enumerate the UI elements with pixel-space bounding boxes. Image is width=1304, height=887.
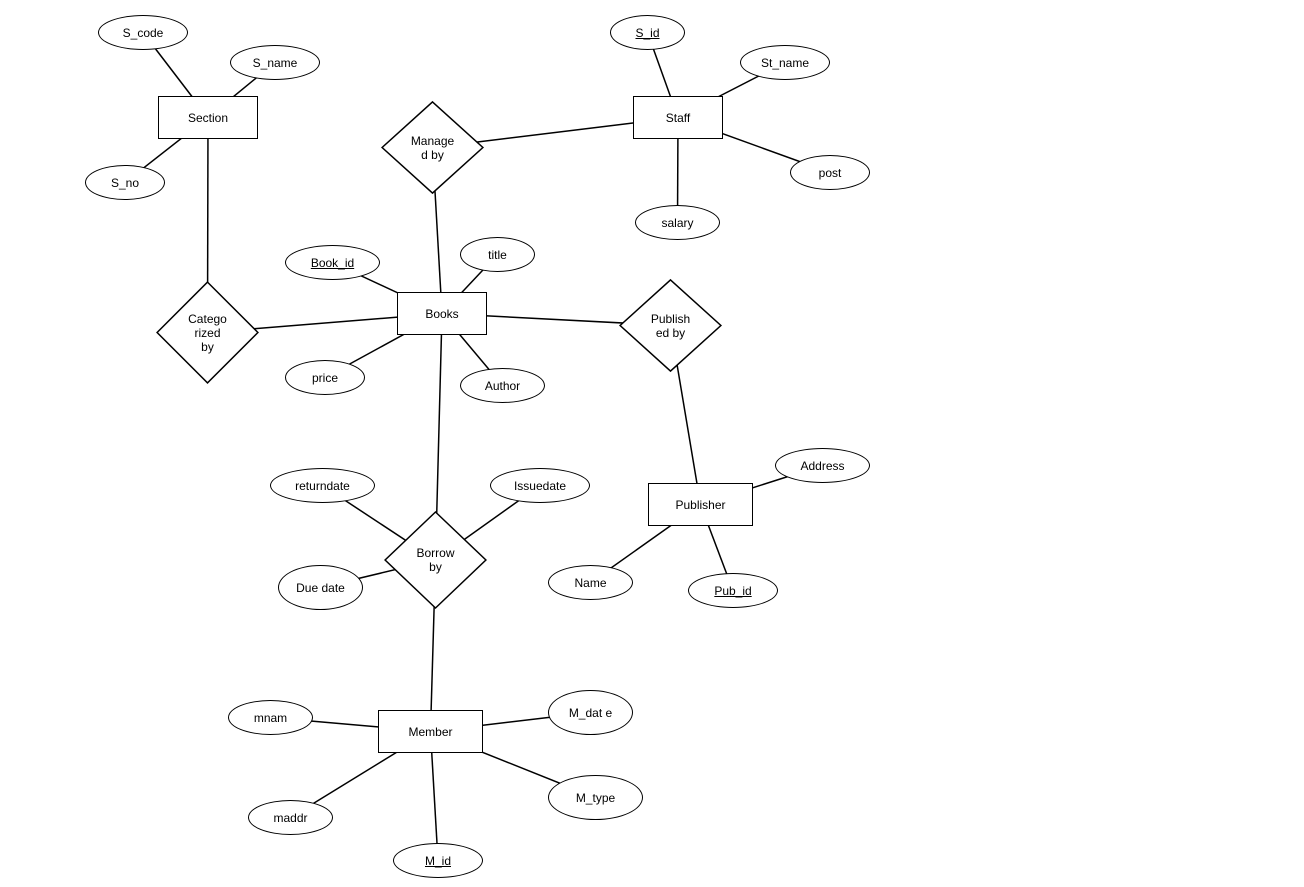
m_type: M_type [548, 775, 643, 820]
issuedate: Issuedate [490, 468, 590, 503]
s_code: S_code [98, 15, 188, 50]
m_date: M_dat e [548, 690, 633, 735]
returndate: returndate [270, 468, 375, 503]
st_name: St_name [740, 45, 830, 80]
s_id: S_id [610, 15, 685, 50]
section: Section [158, 96, 258, 139]
name: Name [548, 565, 633, 600]
salary: salary [635, 205, 720, 240]
managed_by: Manage d by [380, 100, 485, 195]
price: price [285, 360, 365, 395]
author: Author [460, 368, 545, 403]
publisher: Publisher [648, 483, 753, 526]
title: title [460, 237, 535, 272]
post: post [790, 155, 870, 190]
categorized_by: Catego rized by [155, 280, 260, 385]
mnam: mnam [228, 700, 313, 735]
staff: Staff [633, 96, 723, 139]
s_no: S_no [85, 165, 165, 200]
published_by: Publish ed by [618, 278, 723, 373]
er-diagram: Section S_code S_name S_no Catego rized by St… [0, 0, 1304, 887]
maddr: maddr [248, 800, 333, 835]
book_id: Book_id [285, 245, 380, 280]
s_name: S_name [230, 45, 320, 80]
books: Books [397, 292, 487, 335]
address: Address [775, 448, 870, 483]
due_date: Due date [278, 565, 363, 610]
m_id: M_id [393, 843, 483, 878]
borrow_by: Borrow by [383, 510, 488, 610]
member: Member [378, 710, 483, 753]
pub_id: Pub_id [688, 573, 778, 608]
